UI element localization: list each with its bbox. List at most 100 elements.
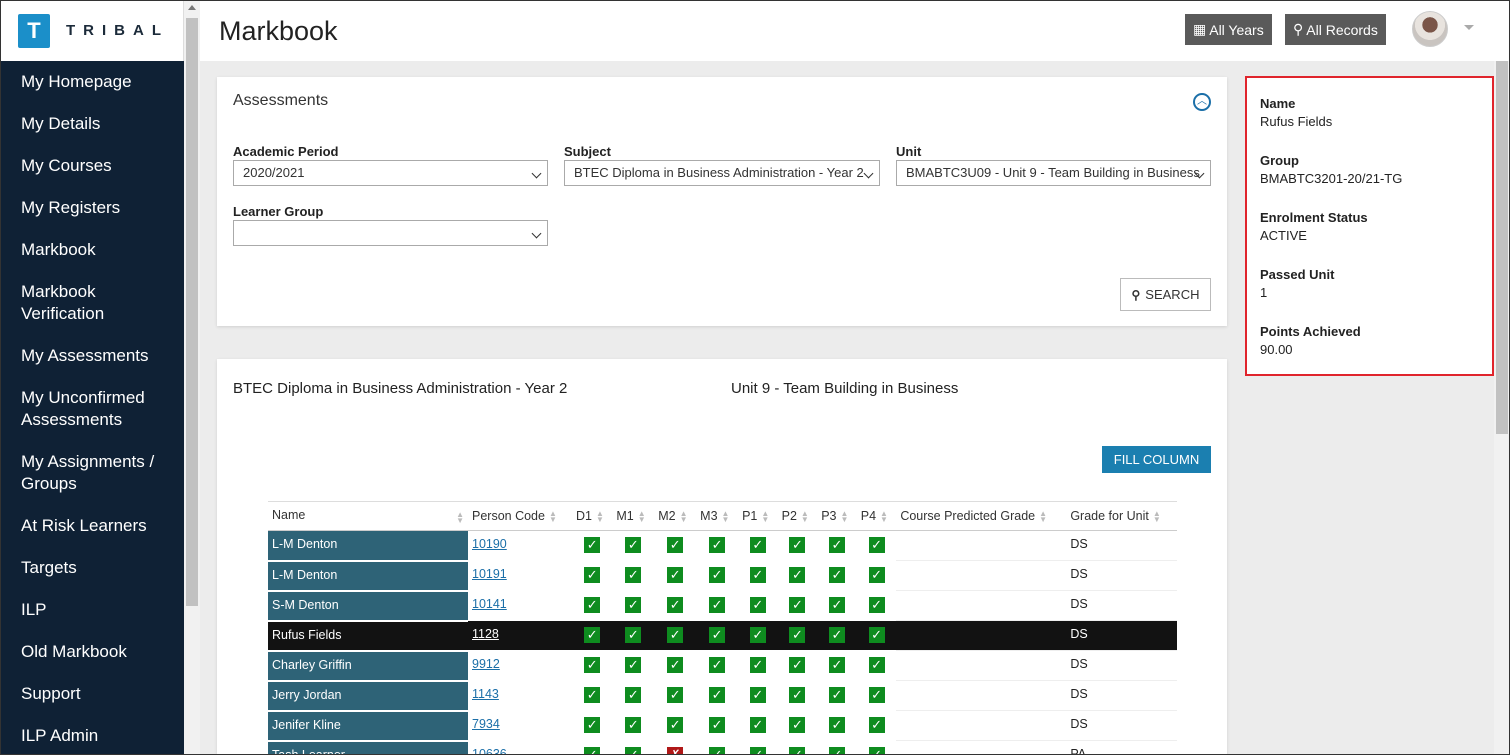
sidebar-item-markbook[interactable]: Markbook: [0, 229, 184, 271]
checked-checkbox-icon[interactable]: ✓: [749, 657, 766, 673]
checked-checkbox-icon[interactable]: ✓: [584, 537, 601, 553]
checked-checkbox-icon[interactable]: ✓: [709, 567, 726, 583]
sidebar-item-my-assignments-groups[interactable]: My Assignments / Groups: [0, 441, 184, 505]
checked-checkbox-icon[interactable]: ✓: [789, 567, 806, 583]
checked-checkbox-icon[interactable]: ✓: [828, 657, 845, 673]
learner-name-cell[interactable]: S-M Denton: [268, 590, 468, 622]
checked-checkbox-icon[interactable]: ✓: [789, 537, 806, 553]
checked-checkbox-icon[interactable]: ✓: [625, 627, 642, 643]
checked-checkbox-icon[interactable]: ✓: [868, 717, 885, 733]
column-header-p4[interactable]: P4 ▲ ▼: [856, 501, 897, 531]
checked-checkbox-icon[interactable]: ✓: [625, 717, 642, 733]
search-button[interactable]: ⚲ SEARCH: [1120, 278, 1211, 311]
column-header-d1[interactable]: D1 ▲ ▼: [572, 501, 613, 531]
checked-checkbox-icon[interactable]: ✓: [749, 627, 766, 643]
sidebar-scrollbar-thumb[interactable]: [186, 18, 198, 606]
checked-checkbox-icon[interactable]: ✓: [584, 717, 601, 733]
learner-name-cell[interactable]: L-M Denton: [268, 560, 468, 592]
learner-group-select[interactable]: [233, 220, 548, 246]
checked-checkbox-icon[interactable]: ✓: [625, 687, 642, 703]
person-code-link[interactable]: 10190: [472, 537, 507, 551]
checked-checkbox-icon[interactable]: ✓: [584, 567, 601, 583]
sidebar-item-my-unconfirmed-assessments[interactable]: My Unconfirmed Assessments: [0, 377, 184, 441]
learner-name-cell[interactable]: L-M Denton: [268, 530, 468, 562]
column-header-grade-for-unit[interactable]: Grade for Unit ▲ ▼: [1066, 501, 1177, 531]
checked-checkbox-icon[interactable]: ✓: [584, 627, 601, 643]
checked-checkbox-icon[interactable]: ✓: [789, 627, 806, 643]
fill-column-button[interactable]: FILL COLUMN: [1102, 446, 1211, 473]
checked-checkbox-icon[interactable]: ✓: [828, 747, 845, 755]
checked-checkbox-icon[interactable]: ✓: [868, 627, 885, 643]
table-row[interactable]: Charley Griffin 9912 ✓ ✓ ✓ ✓ ✓ ✓ ✓ ✓ DS: [268, 650, 1177, 682]
checked-checkbox-icon[interactable]: ✓: [789, 717, 806, 733]
checked-checkbox-icon[interactable]: ✓: [828, 687, 845, 703]
checked-checkbox-icon[interactable]: ✓: [709, 747, 726, 755]
sidebar-item-old-markbook[interactable]: Old Markbook: [0, 631, 184, 673]
table-row[interactable]: L-M Denton 10191 ✓ ✓ ✓ ✓ ✓ ✓ ✓ ✓ DS: [268, 560, 1177, 592]
checked-checkbox-icon[interactable]: ✓: [709, 717, 726, 733]
column-header-p3[interactable]: P3 ▲ ▼: [817, 501, 857, 531]
person-code-link[interactable]: 1143: [472, 687, 499, 701]
table-row[interactable]: Tash Learner 10636 ✓ ✓ ✗ ✓ ✓ ✓ ✓ ✓ PA: [268, 740, 1177, 755]
checked-checkbox-icon[interactable]: ✓: [709, 687, 726, 703]
checked-checkbox-icon[interactable]: ✓: [828, 627, 845, 643]
checked-checkbox-icon[interactable]: ✓: [584, 747, 601, 755]
checked-checkbox-icon[interactable]: ✓: [625, 537, 642, 553]
avatar[interactable]: [1412, 11, 1448, 47]
checked-checkbox-icon[interactable]: ✓: [625, 657, 642, 673]
checked-checkbox-icon[interactable]: ✓: [749, 717, 766, 733]
all-records-button[interactable]: ⚲ All Records: [1285, 14, 1386, 45]
sidebar-item-my-courses[interactable]: My Courses: [0, 145, 184, 187]
checked-checkbox-icon[interactable]: ✓: [584, 687, 601, 703]
unit-select[interactable]: BMABTC3U09 - Unit 9 - Team Building in B…: [896, 160, 1211, 186]
column-header-course-predicted-grade[interactable]: Course Predicted Grade ▲ ▼: [896, 501, 1067, 531]
main-scrollbar-thumb[interactable]: [1496, 61, 1508, 434]
person-code-link[interactable]: 1128: [472, 627, 499, 641]
checked-checkbox-icon[interactable]: ✓: [667, 537, 684, 553]
checked-checkbox-icon[interactable]: ✓: [584, 657, 601, 673]
checked-checkbox-icon[interactable]: ✓: [749, 567, 766, 583]
checked-checkbox-icon[interactable]: ✓: [709, 597, 726, 613]
collapse-chevron-up-icon[interactable]: ︿: [1193, 93, 1211, 111]
table-row[interactable]: S-M Denton 10141 ✓ ✓ ✓ ✓ ✓ ✓ ✓ ✓ DS: [268, 590, 1177, 622]
person-code-link[interactable]: 10191: [472, 567, 507, 581]
logo[interactable]: T TRIBAL: [0, 0, 184, 61]
checked-checkbox-icon[interactable]: ✓: [667, 567, 684, 583]
scroll-up-arrow-icon[interactable]: [188, 5, 196, 10]
academic-period-select[interactable]: 2020/2021: [233, 160, 548, 186]
learner-name-cell[interactable]: Jenifer Kline: [268, 710, 468, 742]
learner-name-cell[interactable]: Rufus Fields: [268, 620, 468, 652]
checked-checkbox-icon[interactable]: ✓: [868, 567, 885, 583]
column-header-m3[interactable]: M3 ▲ ▼: [696, 501, 739, 531]
chevron-down-icon[interactable]: [1464, 25, 1474, 30]
checked-checkbox-icon[interactable]: ✓: [868, 657, 885, 673]
checked-checkbox-icon[interactable]: ✓: [828, 717, 845, 733]
learner-name-cell[interactable]: Jerry Jordan: [268, 680, 468, 712]
subject-select[interactable]: BTEC Diploma in Business Administration …: [564, 160, 880, 186]
checked-checkbox-icon[interactable]: ✓: [625, 597, 642, 613]
checked-checkbox-icon[interactable]: ✓: [749, 687, 766, 703]
table-row[interactable]: L-M Denton 10190 ✓ ✓ ✓ ✓ ✓ ✓ ✓ ✓ DS: [268, 530, 1177, 562]
checked-checkbox-icon[interactable]: ✓: [749, 537, 766, 553]
sidebar-item-support[interactable]: Support: [0, 673, 184, 715]
table-row[interactable]: Rufus Fields 1128 ✓ ✓ ✓ ✓ ✓ ✓ ✓ ✓ DS: [268, 620, 1177, 652]
checked-checkbox-icon[interactable]: ✓: [625, 747, 642, 755]
checked-checkbox-icon[interactable]: ✓: [789, 597, 806, 613]
checked-checkbox-icon[interactable]: ✓: [667, 597, 684, 613]
checked-checkbox-icon[interactable]: ✓: [828, 597, 845, 613]
person-code-link[interactable]: 9912: [472, 657, 500, 671]
checked-checkbox-icon[interactable]: ✓: [828, 537, 845, 553]
checked-checkbox-icon[interactable]: ✓: [868, 537, 885, 553]
checked-checkbox-icon[interactable]: ✓: [828, 567, 845, 583]
checked-checkbox-icon[interactable]: ✓: [789, 657, 806, 673]
column-header-name[interactable]: Name ▲ ▼: [268, 501, 468, 531]
checked-checkbox-icon[interactable]: ✓: [709, 657, 726, 673]
sidebar-item-ilp[interactable]: ILP: [0, 589, 184, 631]
checked-checkbox-icon[interactable]: ✓: [868, 687, 885, 703]
learner-name-cell[interactable]: Tash Learner: [268, 740, 468, 755]
sidebar-item-targets[interactable]: Targets: [0, 547, 184, 589]
checked-checkbox-icon[interactable]: ✓: [584, 597, 601, 613]
table-row[interactable]: Jenifer Kline 7934 ✓ ✓ ✓ ✓ ✓ ✓ ✓ ✓ DS: [268, 710, 1177, 742]
checked-checkbox-icon[interactable]: ✓: [667, 657, 684, 673]
checked-checkbox-icon[interactable]: ✓: [789, 747, 806, 755]
